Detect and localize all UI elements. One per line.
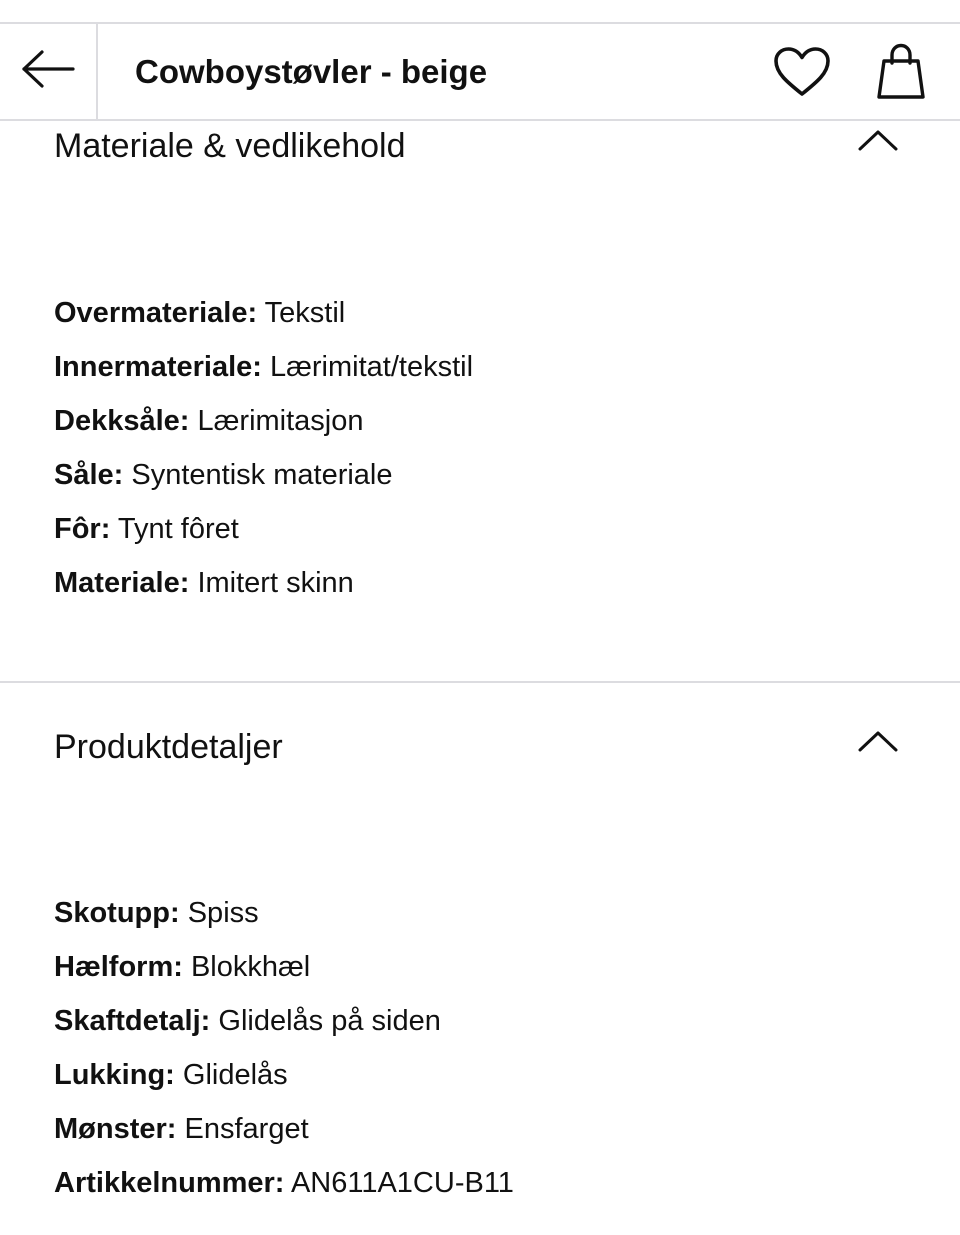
attr-key: Skaftdetalj: [54, 1005, 211, 1037]
list-item: Hælform: Blokkhæl [54, 940, 514, 994]
heart-icon [773, 46, 831, 103]
attr-key: Lukking: [54, 1059, 175, 1091]
attr-key: Innermateriale: [54, 351, 262, 383]
list-item: Materiale: Imitert skinn [54, 556, 473, 610]
section-title-product-details[interactable]: Produktdetaljer [54, 727, 283, 767]
attr-value: Blokkhæl [190, 951, 311, 983]
header-divider [96, 24, 98, 119]
list-item: Artikkelnummer: AN611A1CU-B11 [54, 1156, 514, 1210]
attr-value: AN611A1CU-B11 [290, 1167, 514, 1199]
wishlist-button[interactable] [770, 42, 834, 106]
attr-value: Tynt fôret [117, 513, 239, 545]
header-bottom-border [0, 119, 960, 121]
attr-value: Lærimitat/tekstil [269, 351, 474, 383]
page-title: Cowboystøvler - beige [135, 53, 488, 90]
list-item: Dekksåle: Lærimitasjon [54, 394, 473, 448]
list-item: Lukking: Glidelås [54, 1048, 514, 1102]
attr-value: Glidelås på siden [218, 1005, 441, 1037]
back-button[interactable] [0, 24, 96, 119]
shopping-bag-button[interactable] [869, 42, 933, 106]
attr-key: Artikkelnummer: [54, 1167, 285, 1199]
attr-value: Syntentisk materiale [131, 459, 393, 491]
attr-key: Fôr: [54, 513, 111, 545]
list-item: Skotupp: Spiss [54, 886, 514, 940]
list-item: Mønster: Ensfarget [54, 1102, 514, 1156]
attr-value: Tekstil [264, 297, 346, 329]
attr-value: Imitert skinn [197, 567, 354, 599]
top-app-bar: Cowboystøvler - beige [0, 24, 960, 119]
attr-key: Såle: [54, 459, 124, 491]
list-item: Overmateriale: Tekstil [54, 286, 473, 340]
chevron-up-icon[interactable] [850, 723, 906, 759]
attr-value: Lærimitasjon [197, 405, 364, 437]
list-item: Skaftdetalj: Glidelås på siden [54, 994, 514, 1048]
attr-key: Overmateriale: [54, 297, 258, 329]
list-item: Innermateriale: Lærimitat/tekstil [54, 340, 473, 394]
shopping-bag-icon [876, 43, 926, 106]
arrow-left-icon [20, 49, 76, 94]
attr-key: Dekksåle: [54, 405, 190, 437]
attr-key: Mønster: [54, 1113, 177, 1145]
section-title-materials[interactable]: Materiale & vedlikehold [54, 126, 406, 166]
chevron-up-icon[interactable] [850, 122, 906, 158]
attr-value: Spiss [187, 897, 259, 929]
attr-value: Glidelås [182, 1059, 288, 1091]
attr-value: Ensfarget [184, 1113, 309, 1145]
attr-key: Materiale: [54, 567, 190, 599]
materials-list: Overmateriale: Tekstil Innermateriale: L… [54, 286, 473, 610]
list-item: Fôr: Tynt fôret [54, 502, 473, 556]
attr-key: Hælform: [54, 951, 183, 983]
section-divider [0, 681, 960, 683]
attr-key: Skotupp: [54, 897, 180, 929]
list-item: Såle: Syntentisk materiale [54, 448, 473, 502]
product-details-list: Skotupp: Spiss Hælform: Blokkhæl Skaftde… [54, 886, 514, 1210]
